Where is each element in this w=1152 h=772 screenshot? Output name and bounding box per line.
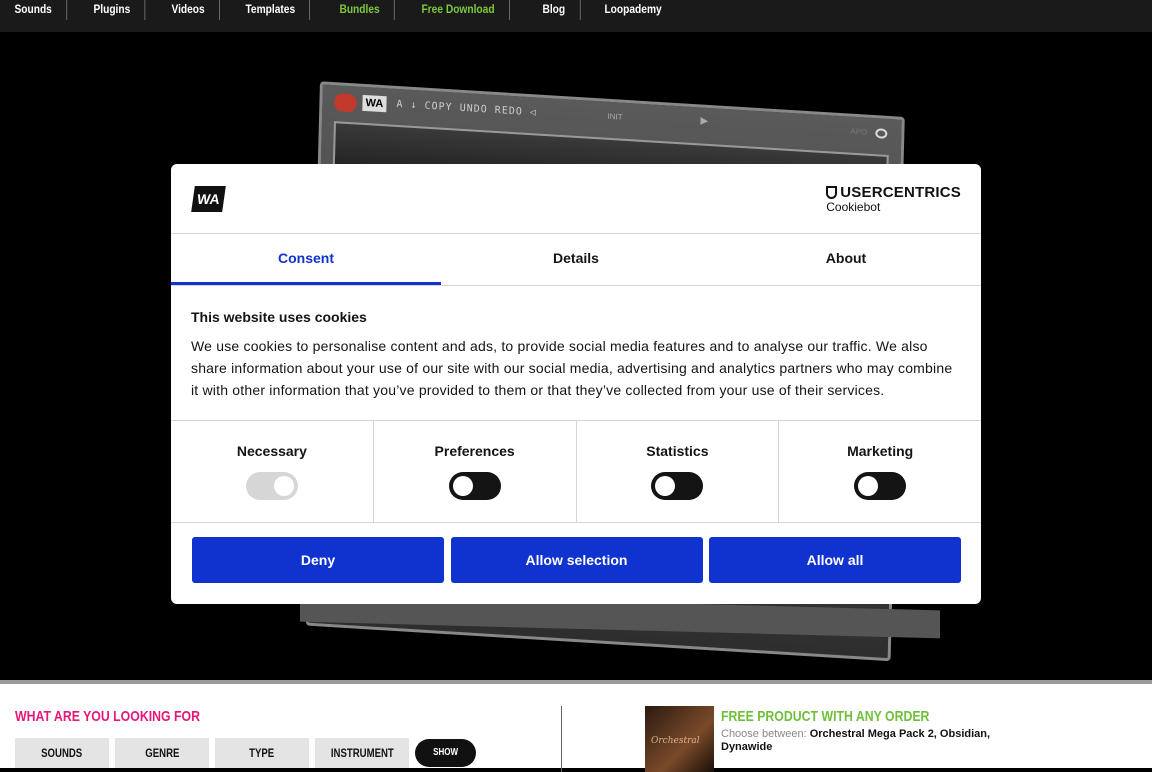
filter-genre[interactable]: GENRE: [115, 738, 209, 768]
nav-item-templates[interactable]: Templates: [231, 0, 311, 20]
show-label: SHOW: [433, 747, 458, 758]
search-promo-bar: WHAT ARE YOU LOOKING FOR SOUNDS GENRE TY…: [0, 680, 1152, 772]
filter-label: TYPE: [249, 746, 275, 760]
category-statistics: Statistics: [577, 421, 780, 522]
wa-logo: WA: [191, 186, 226, 212]
promo-product-image[interactable]: Orchestral: [645, 706, 714, 772]
plugin-lcd: A ↓ COPY UNDO REDO ◁: [396, 98, 538, 119]
allow-selection-button[interactable]: Allow selection: [450, 537, 703, 583]
usercentrics-text: USERCENTRICS: [840, 184, 961, 201]
consent-body: We use cookies to personalise content an…: [191, 338, 953, 398]
usercentrics-wordmark: USERCENTRICS: [826, 184, 961, 201]
nav-item-free-download[interactable]: Free Download: [407, 0, 511, 20]
category-preferences: Preferences: [374, 421, 577, 522]
cookie-categories: Necessary Preferences Statistics Marketi…: [171, 420, 981, 523]
dialog-actions: Deny Allow selection Allow all: [192, 537, 961, 583]
filter-sounds[interactable]: SOUNDS: [15, 738, 109, 768]
nav-item-blog[interactable]: Blog: [528, 0, 581, 20]
filter-label: SOUNDS: [41, 746, 83, 760]
top-nav: Sounds Plugins Videos Templates Bundles …: [0, 0, 1152, 32]
consent-heading: This website uses cookies: [191, 309, 367, 325]
filter-label: INSTRUMENT: [330, 746, 394, 760]
filter-label: GENRE: [144, 746, 180, 760]
tab-about[interactable]: About: [711, 234, 981, 285]
nav-item-videos[interactable]: Videos: [157, 0, 221, 20]
toggle-knob: [858, 476, 879, 496]
nav-item-loopademy[interactable]: Loopademy: [590, 0, 676, 20]
plugin-logo: WA: [362, 94, 387, 113]
tab-consent[interactable]: Consent: [171, 234, 441, 285]
preferences-toggle[interactable]: [448, 472, 501, 500]
cookiebot-text: Cookiebot: [826, 200, 881, 214]
cookie-consent-dialog: WA USERCENTRICS Cookiebot Consent Detail…: [171, 164, 981, 604]
category-label: Necessary: [236, 443, 307, 459]
filter-instrument[interactable]: INSTRUMENT: [315, 738, 409, 768]
promo-description: Choose between: Orchestral Mega Pack 2, …: [721, 728, 1041, 754]
promo-choose-label: Choose between:: [721, 728, 807, 740]
consent-content: This website uses cookies We use cookies…: [191, 309, 961, 401]
filter-row: SOUNDS GENRE TYPE INSTRUMENT SHOW: [15, 738, 476, 768]
marketing-toggle[interactable]: [854, 472, 907, 500]
toggle-knob: [273, 476, 294, 496]
power-icon: [334, 93, 357, 113]
search-heading: WHAT ARE YOU LOOKING FOR: [15, 708, 200, 725]
deny-button[interactable]: Deny: [192, 537, 444, 583]
nav-item-plugins[interactable]: Plugins: [79, 0, 146, 20]
category-marketing: Marketing: [779, 421, 981, 522]
tab-details[interactable]: Details: [441, 234, 711, 285]
show-button[interactable]: SHOW: [415, 739, 476, 767]
dialog-tabs: Consent Details About: [171, 234, 981, 286]
category-label: Marketing: [847, 443, 914, 459]
plugin-apo-label: APO: [850, 126, 868, 137]
knob-icon: [875, 128, 888, 139]
dialog-header: WA USERCENTRICS Cookiebot: [171, 164, 981, 234]
promo-title: FREE PRODUCT WITH ANY ORDER: [721, 708, 930, 725]
promo-image-text: Orchestral: [651, 736, 700, 746]
toggle-knob: [452, 476, 473, 496]
divider: [561, 706, 562, 772]
shield-icon: [826, 186, 838, 199]
category-label: Statistics: [646, 443, 709, 459]
usercentrics-logo[interactable]: USERCENTRICS Cookiebot: [826, 184, 961, 214]
plugin-init-label: INIT: [607, 111, 623, 122]
nav-item-bundles[interactable]: Bundles: [325, 0, 395, 20]
category-necessary: Necessary: [171, 421, 374, 522]
toggle-knob: [655, 476, 676, 496]
nav-item-sounds[interactable]: Sounds: [0, 0, 68, 20]
statistics-toggle[interactable]: [651, 472, 704, 500]
necessary-toggle: [245, 472, 298, 500]
category-label: Preferences: [434, 443, 515, 459]
filter-type[interactable]: TYPE: [215, 738, 309, 768]
play-icon: ▶: [700, 115, 709, 127]
allow-all-button[interactable]: Allow all: [709, 537, 961, 583]
